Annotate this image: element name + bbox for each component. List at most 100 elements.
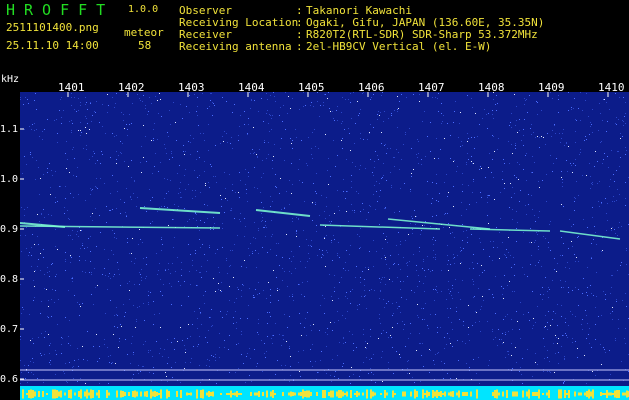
noise-dot (226, 133, 227, 134)
noise-dot (575, 261, 576, 262)
noise-dot (531, 242, 532, 243)
noise-dot (572, 246, 573, 247)
noise-dot (612, 319, 613, 320)
level-peak (324, 390, 326, 398)
noise-dot (80, 105, 81, 106)
noise-dot (126, 215, 127, 216)
noise-dot (311, 102, 312, 103)
noise-dot (419, 247, 420, 248)
noise-dot (595, 307, 596, 308)
noise-dot (533, 325, 534, 326)
noise-dot (332, 260, 333, 261)
noise-dot (373, 175, 374, 176)
noise-dot (204, 171, 205, 172)
noise-dot (623, 125, 624, 126)
noise-dot (462, 224, 463, 225)
noise-dot (493, 339, 494, 340)
noise-dot (33, 280, 34, 281)
level-peak (574, 391, 576, 397)
noise-dot (388, 368, 389, 369)
noise-dot (60, 99, 61, 100)
noise-dot (62, 338, 63, 339)
noise-dot (312, 132, 313, 133)
noise-dot (360, 165, 361, 166)
noise-dot (108, 276, 109, 277)
noise-dot (399, 354, 400, 355)
noise-dot (259, 149, 260, 150)
noise-dot (466, 209, 467, 210)
noise-dot (334, 376, 335, 377)
noise-dot (575, 159, 576, 160)
noise-dot (484, 109, 485, 110)
noise-dot (447, 213, 448, 214)
noise-dot (502, 242, 503, 243)
noise-dot (298, 284, 299, 285)
noise-dot (296, 217, 297, 218)
noise-dot (504, 188, 505, 189)
noise-dot (204, 161, 205, 162)
noise-dot (196, 159, 197, 160)
noise-dot (382, 277, 383, 278)
noise-dot (145, 136, 146, 137)
noise-dot (476, 373, 477, 374)
noise-dot (319, 215, 320, 216)
noise-dot (244, 124, 245, 125)
noise-dot (473, 268, 474, 269)
noise-dot (388, 301, 389, 302)
noise-dot (367, 139, 368, 140)
noise-dot (479, 124, 480, 125)
noise-dot (262, 217, 263, 218)
noise-dot (190, 336, 191, 337)
noise-dot (273, 335, 274, 336)
level-peak (42, 391, 44, 397)
noise-dot (130, 197, 131, 198)
noise-dot (401, 94, 402, 95)
noise-dot (44, 288, 45, 289)
noise-dot (211, 309, 212, 310)
noise-dot (153, 301, 154, 302)
noise-dot (588, 334, 589, 335)
noise-dot (375, 382, 376, 383)
noise-dot (461, 215, 462, 216)
noise-dot (49, 163, 50, 164)
noise-dot (582, 293, 583, 294)
noise-dot (115, 103, 116, 104)
noise-dot (399, 211, 400, 212)
noise-dot (424, 270, 425, 271)
noise-dot (205, 291, 206, 292)
noise-dot (72, 367, 73, 368)
level-peak (158, 393, 160, 395)
level-peak (428, 392, 430, 396)
noise-dot (537, 234, 538, 235)
noise-dot (408, 360, 409, 361)
level-peak (210, 392, 212, 396)
noise-dot (332, 359, 333, 360)
noise-dot (201, 277, 202, 278)
noise-dot (383, 175, 384, 176)
noise-dot (273, 92, 274, 93)
noise-dot (28, 103, 29, 104)
level-peak (432, 390, 434, 398)
noise-dot (42, 131, 43, 132)
noise-dot (490, 241, 491, 242)
noise-dot (204, 204, 205, 205)
noise-dot (188, 141, 189, 142)
level-peak (54, 389, 56, 399)
noise-dot (409, 373, 410, 374)
noise-dot (293, 256, 294, 257)
noise-dot (369, 205, 370, 206)
noise-dot (35, 270, 36, 271)
noise-dot (160, 348, 161, 349)
noise-dot (238, 368, 239, 369)
noise-dot (516, 177, 517, 178)
noise-dot (185, 362, 186, 363)
noise-dot (55, 171, 56, 172)
noise-dot (514, 193, 515, 194)
noise-dot (189, 219, 190, 220)
noise-dot (614, 181, 615, 182)
noise-dot (581, 324, 582, 325)
noise-dot (104, 339, 105, 340)
noise-dot (413, 254, 414, 255)
noise-dot (41, 214, 42, 215)
noise-dot (377, 119, 378, 120)
